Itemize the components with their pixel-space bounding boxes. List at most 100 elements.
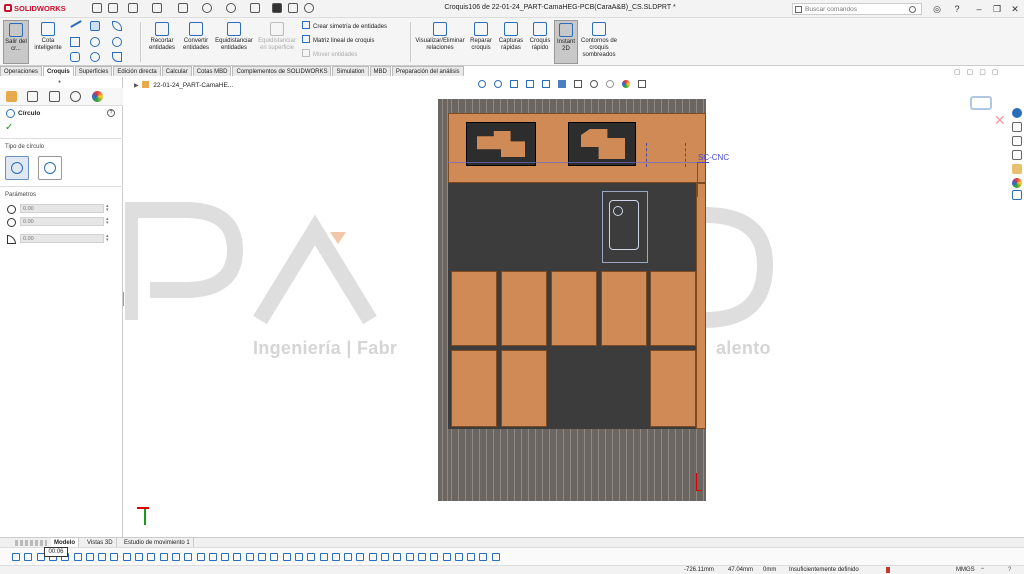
point-tool-icon[interactable] [196, 553, 205, 561]
property-manager-icon[interactable] [27, 91, 38, 102]
center-y-field[interactable]: 0.00 [20, 217, 104, 226]
line-tool-icon[interactable] [24, 553, 33, 561]
circle-tool-icon[interactable] [73, 553, 82, 561]
status-units[interactable]: MMGS [956, 567, 975, 573]
spline-tool-icon[interactable] [98, 553, 107, 561]
tab-croquis[interactable]: Croquis [43, 66, 74, 76]
offset-entities-button[interactable]: Equidistanciar entidades [214, 20, 254, 64]
wood-tile[interactable] [501, 271, 547, 346]
file-properties-icon[interactable] [288, 3, 298, 13]
polygon-icon[interactable] [90, 52, 100, 62]
dark-panel-top[interactable] [448, 183, 696, 269]
construction-tool-icon[interactable] [331, 553, 340, 561]
rapid-tool-icon[interactable] [479, 553, 488, 561]
dimension-tool-icon[interactable] [417, 553, 426, 561]
move-entities-button[interactable]: Mover entidades [302, 49, 357, 60]
relation-tool-icon[interactable] [344, 553, 353, 561]
circle-icon[interactable] [90, 21, 100, 31]
window-tile-icons[interactable]: ▢▢▢▢ [954, 68, 1014, 76]
rectangle-icon[interactable] [70, 37, 80, 47]
tab-complementos-de-solidworks[interactable]: Complementos de SOLIDWORKS [232, 66, 332, 76]
user-icon[interactable]: ◎ [930, 3, 944, 15]
feature-tree-flyout[interactable]: ▶ 22-01-24_PART-CamaHE... [134, 81, 233, 89]
home-icon[interactable] [1012, 122, 1022, 132]
instant2d-tool-icon[interactable] [491, 553, 500, 561]
open-icon[interactable] [128, 3, 138, 13]
close-button[interactable]: ✕ [1008, 3, 1022, 15]
design-library-icon[interactable] [1012, 136, 1022, 146]
rapid-sketch-button[interactable]: Croquis rápido [528, 20, 552, 64]
relations-button[interactable]: Visualizar/Eliminar relaciones [414, 20, 466, 64]
move-tool-icon[interactable] [270, 553, 279, 561]
line-icon[interactable] [70, 20, 82, 28]
dynamic-annotation-icon[interactable] [542, 80, 550, 88]
centerline-tool-icon[interactable] [208, 553, 217, 561]
select-tool-icon[interactable] [12, 553, 20, 561]
search-icon[interactable] [909, 6, 916, 13]
mirror-entities-button[interactable]: Crear simetría de entidades [302, 21, 387, 32]
tab-simulation[interactable]: Simulation [332, 66, 369, 76]
convert-entities-button[interactable]: Convertir entidades [180, 20, 212, 64]
sketch-profile-preview[interactable] [602, 191, 648, 263]
dimxpert-icon[interactable] [70, 91, 81, 102]
pattern-tool-icon[interactable] [258, 553, 266, 561]
ok-check-icon[interactable]: ✓ [5, 122, 13, 133]
previous-view-icon[interactable] [510, 80, 518, 88]
pcb-cutout-1[interactable] [466, 122, 536, 166]
text-tool-icon[interactable] [245, 553, 254, 561]
rotate-tool-icon[interactable] [282, 553, 291, 561]
slot-icon[interactable] [70, 52, 80, 62]
vertical-tool-icon[interactable] [393, 553, 402, 561]
fix-tool-icon[interactable] [356, 553, 365, 561]
arc-icon[interactable] [90, 37, 100, 47]
help-status-icon[interactable]: ? [1008, 567, 1011, 573]
radius-spinner[interactable]: ▴ ▾ [106, 234, 112, 243]
help-icon[interactable]: ? [950, 3, 964, 15]
linear-pattern-button[interactable]: Matriz lineal de croquis [302, 35, 374, 46]
smart-dim-tool-icon[interactable] [430, 553, 439, 561]
wood-tile[interactable] [551, 271, 597, 346]
help-icon[interactable]: ? [107, 109, 115, 117]
quick-snaps-button[interactable]: Capturas rápidas [497, 20, 525, 64]
arc-tool-icon[interactable] [85, 553, 94, 561]
fillet-icon[interactable] [112, 52, 122, 62]
file-explorer-icon[interactable] [1012, 150, 1022, 160]
search-input[interactable]: Buscar comandos [792, 3, 922, 15]
scenes-icon[interactable] [622, 80, 630, 88]
view-settings-icon[interactable] [638, 80, 646, 88]
display-style-icon[interactable] [574, 80, 582, 88]
appearances-icon[interactable] [1012, 178, 1022, 188]
offset-tool-icon[interactable] [159, 553, 168, 561]
tab-superficies[interactable]: Superficies [74, 66, 113, 76]
trim-entities-button[interactable]: Recortar entidades [147, 20, 177, 64]
print-icon[interactable] [178, 3, 188, 13]
new-document-icon[interactable] [108, 3, 118, 13]
solidworks-logo[interactable]: SOLIDWORKS [4, 4, 66, 13]
edit-appearance-icon[interactable] [606, 80, 614, 88]
center-y-spinner[interactable]: ▴ ▾ [106, 217, 112, 226]
rebuild-icon[interactable] [272, 3, 282, 13]
expand-arrow-icon[interactable]: ▶ [134, 83, 139, 89]
section-view-icon[interactable] [526, 80, 534, 88]
trim-tool-icon[interactable] [122, 553, 131, 561]
coincident-tool-icon[interactable] [368, 553, 377, 561]
wood-tile[interactable] [501, 350, 547, 427]
pcb-cutout-2[interactable] [568, 122, 636, 166]
slot-tool-icon[interactable] [221, 553, 230, 561]
wood-tile[interactable] [601, 271, 647, 346]
minimize-button[interactable]: – [972, 3, 986, 15]
save-icon[interactable] [152, 3, 162, 13]
undo-icon[interactable] [202, 3, 212, 13]
perimeter-circle-button[interactable] [38, 156, 62, 180]
repair-tool-icon[interactable] [442, 553, 451, 561]
instant2d-button[interactable]: Instant 2D [554, 20, 578, 64]
copy-tool-icon[interactable] [307, 553, 316, 561]
grid-tool-icon[interactable] [467, 553, 476, 561]
shaded-contours-button[interactable]: Contornos de croquis sombreados [580, 20, 618, 64]
sketch-annotation[interactable]: SC-CNC [698, 153, 729, 162]
ellipse-icon[interactable] [112, 37, 122, 47]
configuration-manager-icon[interactable] [49, 91, 60, 102]
zoom-to-fit-icon[interactable] [478, 80, 486, 88]
tab-mbd[interactable]: MBD [369, 66, 391, 76]
options-gear-icon[interactable] [304, 3, 314, 13]
